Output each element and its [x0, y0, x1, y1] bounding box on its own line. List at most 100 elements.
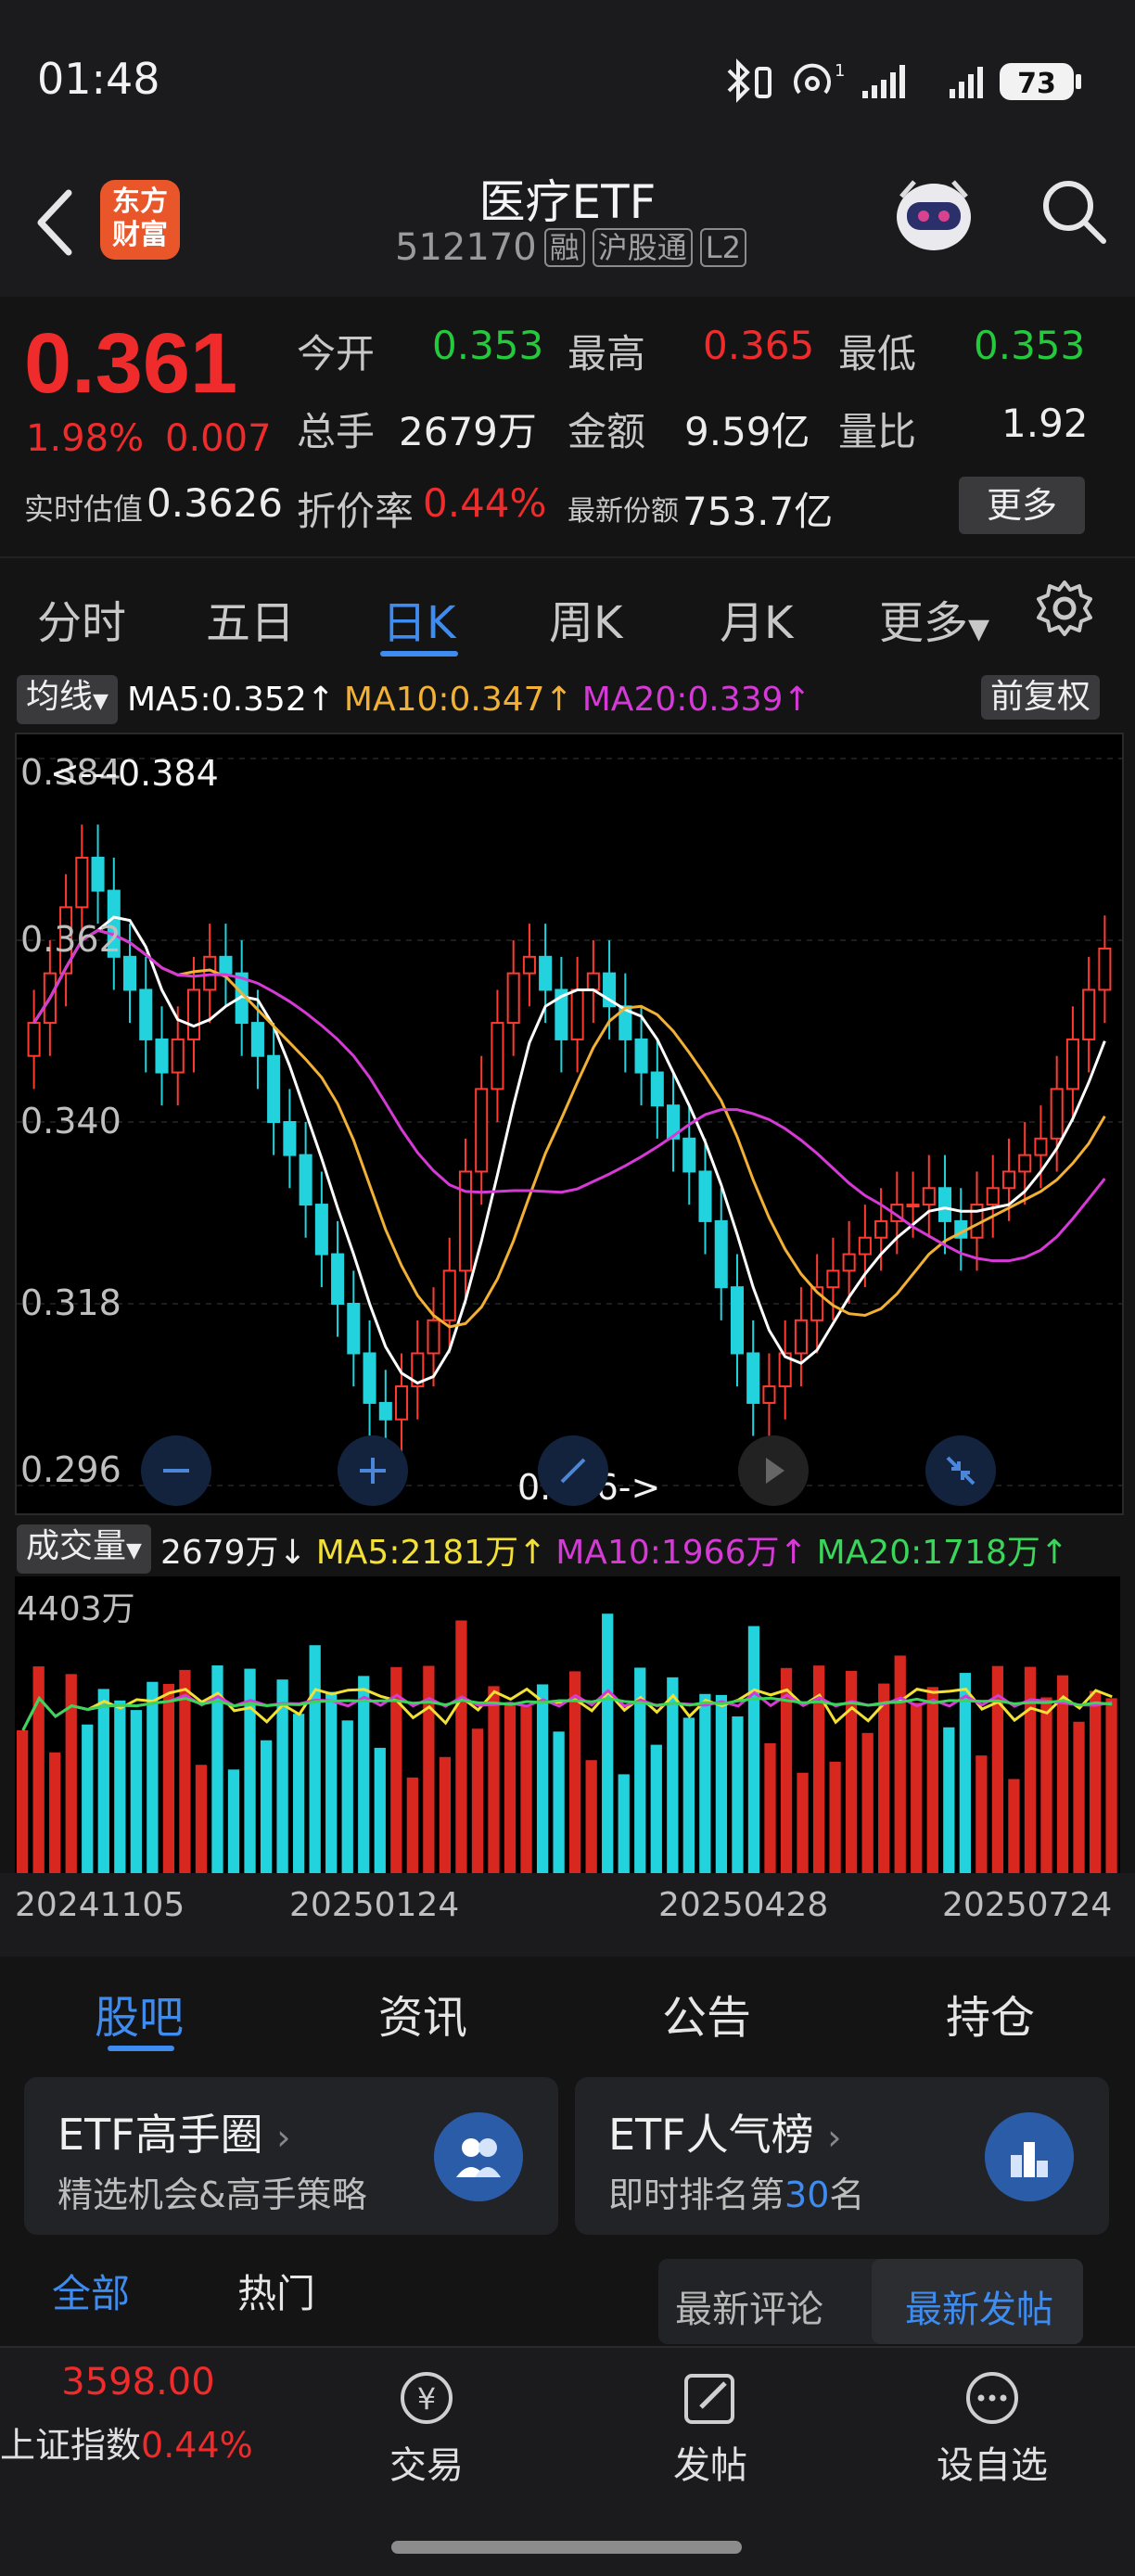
people-icon	[434, 2112, 523, 2201]
signal-sim-label: 1	[835, 61, 845, 81]
stock-header: 东方 财富 医疗ETF 512170 融 沪股通 L2	[0, 148, 1135, 297]
tab-forum[interactable]: 股吧	[95, 1981, 184, 2046]
ratio-label: 量比	[838, 409, 917, 454]
next-button[interactable]	[738, 1435, 809, 1506]
volume-selector[interactable]: 成交量▼	[17, 1524, 151, 1574]
volume-bar	[1024, 1666, 1037, 1873]
add-watchlist-button[interactable]: 设自选	[927, 2366, 1057, 2489]
candle-body	[314, 1204, 328, 1256]
vol-ma20: MA20:1718万↑	[816, 1533, 1069, 1572]
candle-body	[986, 1187, 1000, 1206]
card-title-text: ETF人气榜	[608, 2110, 814, 2160]
volume-bar	[325, 1691, 338, 1873]
watchlist-label: 设自选	[937, 2444, 1048, 2487]
gear-icon[interactable]	[1035, 579, 1094, 638]
more-quote-button[interactable]: 更多	[959, 477, 1085, 534]
active-tab-underline	[380, 651, 458, 657]
volume-svg	[17, 1613, 1117, 1873]
vibrate-icon	[755, 67, 772, 98]
volume-bar	[520, 1706, 532, 1873]
candle-body	[730, 1286, 745, 1355]
status-time: 01:48	[37, 54, 160, 104]
tab-daily-k[interactable]: 日K	[382, 586, 455, 651]
draw-line-button[interactable]	[538, 1435, 608, 1506]
etf-popularity-card[interactable]: ETF人气榜 › 即时排名第30名	[575, 2077, 1109, 2235]
card-title-text: ETF高手圈	[57, 2110, 263, 2160]
ma-selector[interactable]: 均线▼	[17, 675, 118, 724]
kline-chart[interactable]: 0.3840.3620.3400.3180.296 <---0.384 0.29…	[15, 733, 1124, 1515]
margin-tag: 融	[543, 228, 585, 267]
iopv-label: 实时估值	[24, 491, 144, 527]
volume-chart[interactable]: 4403万	[15, 1576, 1120, 1873]
robot-assistant-icon[interactable]	[883, 163, 985, 265]
ranking-icon	[985, 2112, 1074, 2201]
tab-announcements[interactable]: 公告	[662, 1981, 751, 2046]
tab-monthly-k[interactable]: 月K	[720, 586, 793, 651]
volume-bar	[926, 1687, 938, 1873]
filter-hot[interactable]: 热门	[237, 2263, 315, 2319]
iopv-value: 0.3626	[147, 480, 283, 526]
shrink-button[interactable]	[925, 1435, 996, 1506]
post-button[interactable]: 发帖	[655, 2366, 766, 2489]
amount-value: 9.59亿	[684, 409, 810, 454]
tab-weekly-k[interactable]: 周K	[549, 586, 622, 651]
candle-body	[299, 1154, 312, 1206]
index-change: 0.44%	[141, 2425, 253, 2466]
level2-tag: L2	[699, 228, 746, 267]
candle-body	[842, 1253, 856, 1272]
y-tick-label: 0.340	[20, 1101, 121, 1141]
home-indicator[interactable]	[391, 2541, 742, 2554]
candle-body	[586, 972, 600, 991]
signal-icon	[862, 65, 905, 98]
sort-latest-comment[interactable]: 最新评论	[675, 2279, 823, 2333]
tab-intraday[interactable]: 分时	[37, 586, 126, 651]
index-widget[interactable]: 3598.00 上证指数0.44%	[0, 2361, 278, 2468]
ma-legend: 均线▼ MA5:0.352↑ MA10:0.347↑ MA20:0.339↑	[17, 675, 811, 724]
play-icon	[766, 1458, 784, 1484]
candle-body	[922, 1187, 936, 1206]
status-icons: 1 73	[727, 58, 1081, 103]
candle-body	[698, 1170, 712, 1222]
volume-bar	[1073, 1721, 1085, 1873]
zoom-in-button[interactable]	[338, 1435, 408, 1506]
tab-holdings[interactable]: 持仓	[946, 1981, 1035, 2046]
tab-more[interactable]: 更多▼	[879, 586, 989, 651]
volume-bar	[147, 1681, 159, 1873]
volume-selector-label: 成交量	[26, 1527, 127, 1565]
volume-bar	[618, 1774, 630, 1873]
signal-2-icon	[950, 67, 983, 98]
filter-all[interactable]: 全部	[52, 2263, 130, 2319]
candle-body	[634, 1038, 648, 1074]
tab-news[interactable]: 资讯	[378, 1981, 467, 2046]
sort-latest-post[interactable]: 最新发帖	[905, 2279, 1053, 2333]
volume-bar	[374, 1747, 386, 1873]
discount-value: 0.44%	[423, 480, 547, 526]
date-axis: 20241105 20250124 20250428 20250724	[0, 1873, 1135, 1957]
candle-body	[347, 1303, 361, 1355]
index-value: 3598.00	[61, 2361, 215, 2404]
candle-body	[363, 1352, 376, 1404]
adjust-mode-button[interactable]: 前复权	[981, 675, 1101, 720]
search-icon[interactable]	[1037, 174, 1111, 249]
candle-body	[1001, 1170, 1016, 1190]
candle-body	[27, 1022, 41, 1057]
zoom-out-button[interactable]	[141, 1435, 211, 1506]
candle-body	[1034, 1137, 1048, 1156]
etf-master-circle-card[interactable]: ETF高手圈 › 精选机会&高手策略	[24, 2077, 558, 2235]
trade-button[interactable]: ¥ 交易	[371, 2366, 482, 2489]
volume-bar	[341, 1720, 353, 1873]
caret-down-icon: ▼	[968, 613, 990, 645]
tab-five-day[interactable]: 五日	[206, 586, 295, 651]
more-dots-icon	[966, 2372, 1018, 2424]
y-tick-label: 0.296	[20, 1449, 121, 1490]
candle-body	[442, 1269, 456, 1321]
volume-bar	[943, 1727, 955, 1873]
candle-body	[122, 955, 137, 991]
plus-icon	[360, 1458, 386, 1484]
tab-more-label: 更多	[879, 597, 969, 649]
volume-bar	[682, 1717, 695, 1873]
volume-bar	[1056, 1675, 1069, 1873]
volume-bar	[423, 1665, 435, 1873]
volume-bar	[715, 1694, 728, 1873]
low-value: 0.353	[974, 323, 1086, 368]
